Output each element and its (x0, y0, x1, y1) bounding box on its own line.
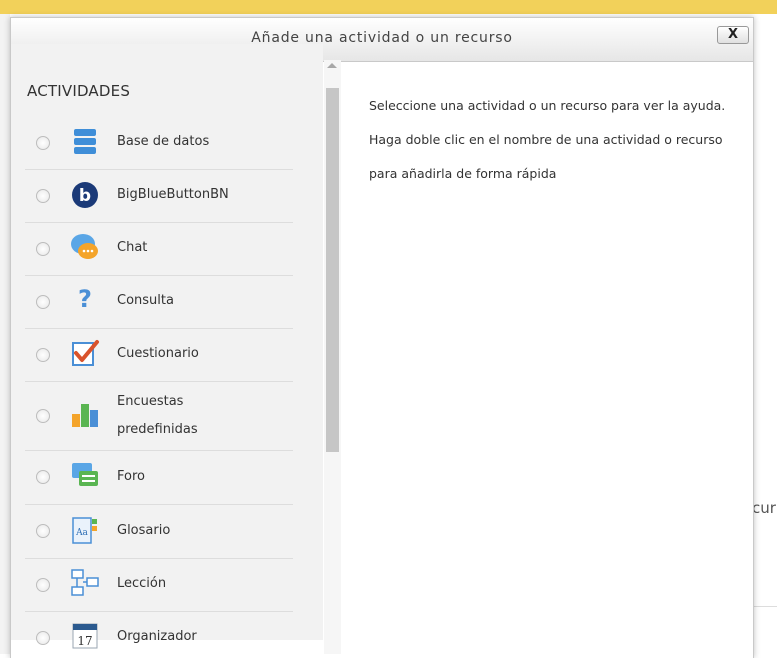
close-button[interactable]: X (717, 26, 749, 44)
bigbluebutton-icon: b (70, 180, 100, 210)
option-glosario[interactable]: Aa Glosario (25, 504, 293, 559)
background-partial-text: cur (752, 499, 776, 517)
option-label: Base de datos (117, 134, 210, 149)
option-radio[interactable] (36, 189, 50, 203)
option-radio[interactable] (36, 295, 50, 309)
option-consulta[interactable]: ? Consulta (25, 275, 293, 329)
option-label: Chat (117, 240, 148, 255)
option-radio[interactable] (36, 578, 50, 592)
scrollbar-thumb[interactable] (326, 88, 339, 452)
option-radio[interactable] (36, 242, 50, 256)
option-label: BigBlueButtonBN (117, 187, 229, 202)
option-radio[interactable] (36, 136, 50, 150)
calendar-icon: 17 (70, 620, 100, 650)
option-label-line1: Encuestas (117, 394, 184, 409)
option-foro[interactable]: Foro (25, 450, 293, 505)
option-label: Consulta (117, 293, 174, 308)
option-label: Foro (117, 469, 145, 484)
svg-text:Aa: Aa (75, 528, 88, 538)
option-label-line2: predefinidas (117, 422, 198, 437)
glossary-icon: Aa (70, 515, 100, 545)
option-radio[interactable] (36, 631, 50, 645)
option-base-de-datos[interactable]: Base de datos (25, 115, 293, 170)
svg-text:?: ? (78, 285, 92, 313)
quiz-checkmark-icon (70, 338, 100, 368)
option-cuestionario[interactable]: Cuestionario (25, 328, 293, 382)
option-label: Glosario (117, 523, 171, 538)
option-leccion[interactable]: Lección (25, 558, 293, 612)
bar-chart-icon (70, 399, 100, 429)
option-radio[interactable] (36, 524, 50, 538)
background-divider (752, 606, 777, 607)
option-label: Lección (117, 576, 167, 591)
page-header-band (0, 0, 777, 14)
chat-icon (70, 232, 100, 262)
section-title-actividades: ACTIVIDADES (27, 82, 131, 100)
options-list: ACTIVIDADES Base de datos b BigBlueButto… (11, 44, 323, 649)
scroll-up-arrow-icon[interactable] (327, 63, 337, 68)
svg-text:b: b (79, 186, 91, 206)
question-mark-icon: ? (70, 285, 100, 315)
option-radio[interactable] (36, 348, 50, 362)
page-right-edge (752, 14, 777, 654)
option-organizador[interactable]: 17 Organizador (25, 611, 293, 656)
help-text: Seleccione una actividad o un recurso pa… (369, 98, 726, 181)
page-left-edge (0, 14, 10, 654)
forum-icon (70, 461, 100, 491)
option-encuestas-predefinidas[interactable]: Encuestas predefinidas (25, 381, 293, 451)
option-bigbluebuttonbn[interactable]: b BigBlueButtonBN (25, 169, 293, 223)
database-icon (70, 127, 100, 157)
option-label: Cuestionario (117, 346, 199, 361)
calendar-icon-day: 17 (77, 634, 92, 648)
option-label: Organizador (117, 629, 197, 644)
option-chat[interactable]: Chat (25, 222, 293, 276)
lesson-flowchart-icon (70, 568, 100, 598)
option-radio[interactable] (36, 409, 50, 423)
option-radio[interactable] (36, 470, 50, 484)
